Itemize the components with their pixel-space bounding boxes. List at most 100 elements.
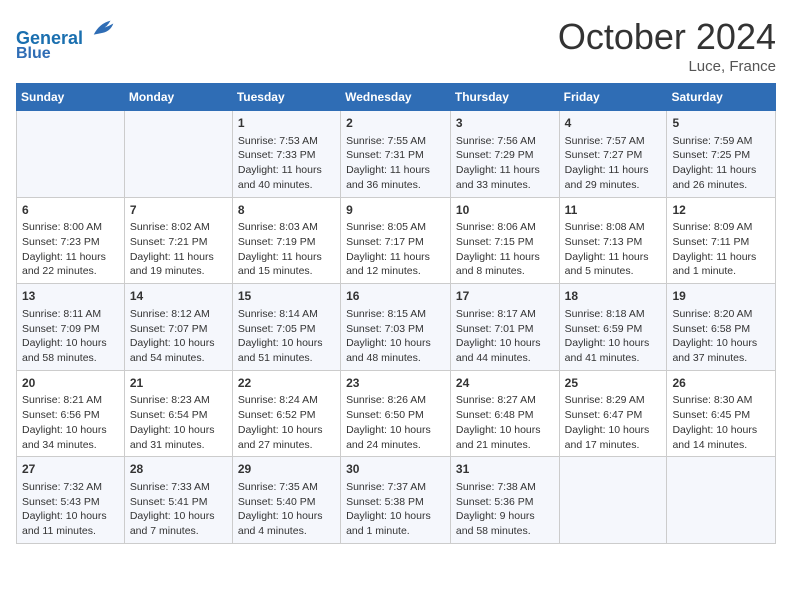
calendar-cell: 7Sunrise: 8:02 AM Sunset: 7:21 PM Daylig… bbox=[124, 197, 232, 284]
day-number: 10 bbox=[456, 202, 554, 219]
day-info: Sunrise: 8:06 AM Sunset: 7:15 PM Dayligh… bbox=[456, 220, 554, 279]
calendar-cell: 8Sunrise: 8:03 AM Sunset: 7:19 PM Daylig… bbox=[232, 197, 340, 284]
calendar-cell: 14 Sunrise: 8:12 AM Sunset: 7:07 PM Dayli… bbox=[124, 284, 232, 371]
day-number: 14 bbox=[130, 288, 227, 305]
calendar-cell: 20Sunrise: 8:21 AM Sunset: 6:56 PM Dayli… bbox=[17, 370, 125, 457]
calendar-cell: 22Sunrise: 8:24 AM Sunset: 6:52 PM Dayli… bbox=[232, 370, 340, 457]
title-block: October 2024 Luce, France bbox=[558, 16, 776, 75]
day-info: Sunrise: 8:27 AM Sunset: 6:48 PM Dayligh… bbox=[456, 393, 554, 452]
calendar-week-row: 13Sunrise: 8:11 AM Sunset: 7:09 PM Dayli… bbox=[17, 284, 776, 371]
day-number: 2 bbox=[346, 115, 445, 132]
calendar-cell: 3 Sunrise: 7:56 AM Sunset: 7:29 PM Daylig… bbox=[450, 111, 559, 198]
day-number: 30 bbox=[346, 461, 445, 478]
day-number: 28 bbox=[130, 461, 227, 478]
day-number: 4 bbox=[565, 115, 662, 132]
calendar-table: SundayMondayTuesdayWednesdayThursdayFrid… bbox=[16, 83, 776, 544]
day-number: 1 bbox=[238, 115, 335, 132]
calendar-cell: 15 Sunrise: 8:14 AM Sunset: 7:05 PM Dayli… bbox=[232, 284, 340, 371]
logo-text: General bbox=[16, 16, 118, 49]
day-info: Sunrise: 8:26 AM Sunset: 6:50 PM Dayligh… bbox=[346, 393, 445, 452]
calendar-cell: 19 Sunrise: 8:20 AM Sunset: 6:58 PM Dayli… bbox=[667, 284, 776, 371]
day-number: 15 bbox=[238, 288, 335, 305]
calendar-cell: 4 Sunrise: 7:57 AM Sunset: 7:27 PM Daylig… bbox=[559, 111, 667, 198]
calendar-cell: 29Sunrise: 7:35 AM Sunset: 5:40 PM Dayli… bbox=[232, 457, 340, 544]
month-title: October 2024 bbox=[558, 16, 776, 58]
calendar-cell: 30 Sunrise: 7:37 AM Sunset: 5:38 PM Dayli… bbox=[341, 457, 451, 544]
day-info: Sunrise: 8:23 AM Sunset: 6:54 PM Dayligh… bbox=[130, 393, 227, 452]
location: Luce, France bbox=[558, 58, 776, 75]
calendar-week-row: 27 Sunrise: 7:32 AM Sunset: 5:43 PM Dayli… bbox=[17, 457, 776, 544]
calendar-cell: 10Sunrise: 8:06 AM Sunset: 7:15 PM Dayli… bbox=[450, 197, 559, 284]
calendar-week-row: 6Sunrise: 8:00 AM Sunset: 7:23 PM Daylig… bbox=[17, 197, 776, 284]
day-info: Sunrise: 7:57 AM Sunset: 7:27 PM Dayligh… bbox=[565, 134, 662, 193]
day-info: Sunrise: 8:30 AM Sunset: 6:45 PM Dayligh… bbox=[672, 393, 770, 452]
calendar-cell: 23Sunrise: 8:26 AM Sunset: 6:50 PM Dayli… bbox=[341, 370, 451, 457]
day-number: 21 bbox=[130, 375, 227, 392]
calendar-cell: 21Sunrise: 8:23 AM Sunset: 6:54 PM Dayli… bbox=[124, 370, 232, 457]
logo-bird-icon bbox=[90, 16, 118, 44]
day-number: 23 bbox=[346, 375, 445, 392]
day-number: 16 bbox=[346, 288, 445, 305]
calendar-cell: 25Sunrise: 8:29 AM Sunset: 6:47 PM Dayli… bbox=[559, 370, 667, 457]
calendar-cell: 1 Sunrise: 7:53 AM Sunset: 7:33 PM Daylig… bbox=[232, 111, 340, 198]
day-info: Sunrise: 7:56 AM Sunset: 7:29 PM Dayligh… bbox=[456, 134, 554, 193]
day-number: 9 bbox=[346, 202, 445, 219]
day-number: 26 bbox=[672, 375, 770, 392]
calendar-cell: 6Sunrise: 8:00 AM Sunset: 7:23 PM Daylig… bbox=[17, 197, 125, 284]
weekday-header-cell: Wednesday bbox=[341, 84, 451, 111]
day-number: 7 bbox=[130, 202, 227, 219]
day-number: 5 bbox=[672, 115, 770, 132]
day-number: 19 bbox=[672, 288, 770, 305]
day-info: Sunrise: 7:35 AM Sunset: 5:40 PM Dayligh… bbox=[238, 480, 335, 539]
calendar-cell: 11Sunrise: 8:08 AM Sunset: 7:13 PM Dayli… bbox=[559, 197, 667, 284]
day-info: Sunrise: 8:11 AM Sunset: 7:09 PM Dayligh… bbox=[22, 307, 119, 366]
day-info: Sunrise: 7:53 AM Sunset: 7:33 PM Dayligh… bbox=[238, 134, 335, 193]
day-number: 20 bbox=[22, 375, 119, 392]
day-number: 25 bbox=[565, 375, 662, 392]
calendar-cell bbox=[667, 457, 776, 544]
day-info: Sunrise: 8:18 AM Sunset: 6:59 PM Dayligh… bbox=[565, 307, 662, 366]
page-header: General Blue October 2024 Luce, France bbox=[16, 16, 776, 75]
calendar-cell: 27 Sunrise: 7:32 AM Sunset: 5:43 PM Dayli… bbox=[17, 457, 125, 544]
calendar-week-row: 20Sunrise: 8:21 AM Sunset: 6:56 PM Dayli… bbox=[17, 370, 776, 457]
day-number: 24 bbox=[456, 375, 554, 392]
calendar-cell: 26Sunrise: 8:30 AM Sunset: 6:45 PM Dayli… bbox=[667, 370, 776, 457]
day-info: Sunrise: 8:29 AM Sunset: 6:47 PM Dayligh… bbox=[565, 393, 662, 452]
calendar-cell bbox=[124, 111, 232, 198]
calendar-cell: 13Sunrise: 8:11 AM Sunset: 7:09 PM Dayli… bbox=[17, 284, 125, 371]
day-info: Sunrise: 7:55 AM Sunset: 7:31 PM Dayligh… bbox=[346, 134, 445, 193]
day-info: Sunrise: 7:32 AM Sunset: 5:43 PM Dayligh… bbox=[22, 480, 119, 539]
weekday-header-row: SundayMondayTuesdayWednesdayThursdayFrid… bbox=[17, 84, 776, 111]
calendar-cell: 2 Sunrise: 7:55 AM Sunset: 7:31 PM Daylig… bbox=[341, 111, 451, 198]
day-info: Sunrise: 8:00 AM Sunset: 7:23 PM Dayligh… bbox=[22, 220, 119, 279]
day-info: Sunrise: 8:20 AM Sunset: 6:58 PM Dayligh… bbox=[672, 307, 770, 366]
day-number: 27 bbox=[22, 461, 119, 478]
day-info: Sunrise: 8:03 AM Sunset: 7:19 PM Dayligh… bbox=[238, 220, 335, 279]
weekday-header-cell: Sunday bbox=[17, 84, 125, 111]
day-number: 12 bbox=[672, 202, 770, 219]
logo: General Blue bbox=[16, 16, 118, 62]
day-info: Sunrise: 8:09 AM Sunset: 7:11 PM Dayligh… bbox=[672, 220, 770, 279]
day-number: 31 bbox=[456, 461, 554, 478]
day-number: 11 bbox=[565, 202, 662, 219]
day-number: 22 bbox=[238, 375, 335, 392]
calendar-cell: 17Sunrise: 8:17 AM Sunset: 7:01 PM Dayli… bbox=[450, 284, 559, 371]
day-info: Sunrise: 8:21 AM Sunset: 6:56 PM Dayligh… bbox=[22, 393, 119, 452]
calendar-cell: 9Sunrise: 8:05 AM Sunset: 7:17 PM Daylig… bbox=[341, 197, 451, 284]
day-info: Sunrise: 8:14 AM Sunset: 7:05 PM Dayligh… bbox=[238, 307, 335, 366]
day-number: 3 bbox=[456, 115, 554, 132]
day-info: Sunrise: 7:37 AM Sunset: 5:38 PM Dayligh… bbox=[346, 480, 445, 539]
day-info: Sunrise: 8:17 AM Sunset: 7:01 PM Dayligh… bbox=[456, 307, 554, 366]
weekday-header-cell: Saturday bbox=[667, 84, 776, 111]
calendar-cell: 12Sunrise: 8:09 AM Sunset: 7:11 PM Dayli… bbox=[667, 197, 776, 284]
calendar-cell bbox=[17, 111, 125, 198]
day-number: 6 bbox=[22, 202, 119, 219]
day-info: Sunrise: 8:05 AM Sunset: 7:17 PM Dayligh… bbox=[346, 220, 445, 279]
weekday-header-cell: Tuesday bbox=[232, 84, 340, 111]
weekday-header-cell: Friday bbox=[559, 84, 667, 111]
day-info: Sunrise: 8:12 AM Sunset: 7:07 PM Dayligh… bbox=[130, 307, 227, 366]
calendar-cell: 24Sunrise: 8:27 AM Sunset: 6:48 PM Dayli… bbox=[450, 370, 559, 457]
calendar-cell bbox=[559, 457, 667, 544]
weekday-header-cell: Thursday bbox=[450, 84, 559, 111]
calendar-body: 1 Sunrise: 7:53 AM Sunset: 7:33 PM Daylig… bbox=[17, 111, 776, 544]
